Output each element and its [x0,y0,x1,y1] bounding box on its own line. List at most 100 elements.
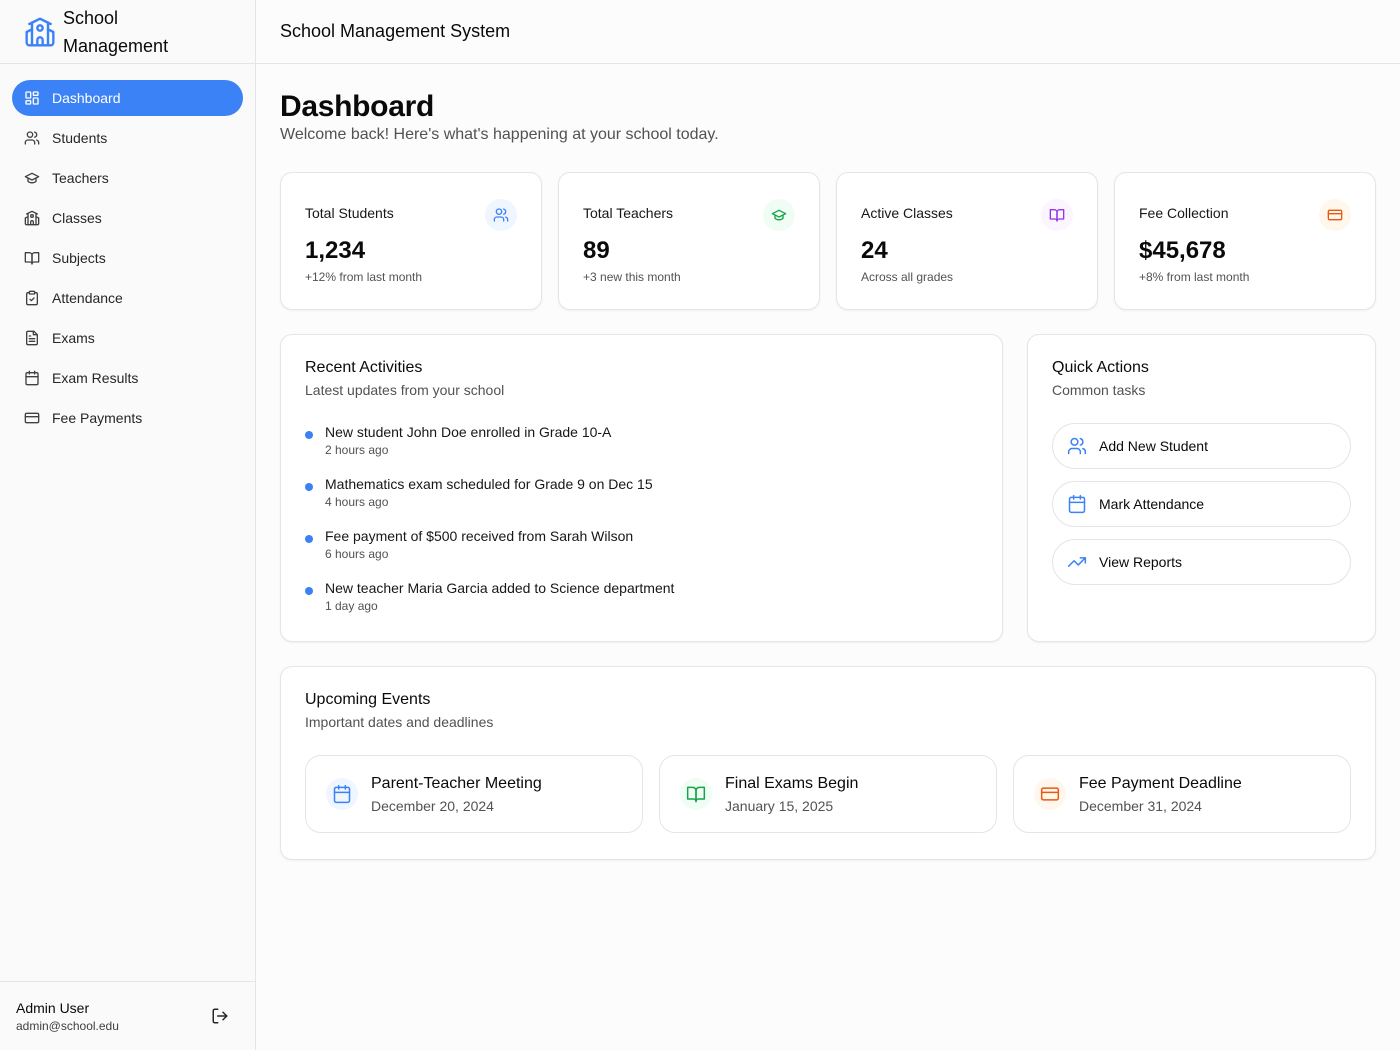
calendar-icon [326,778,358,810]
event-title: Parent-Teacher Meeting [371,774,542,792]
credit-card-icon [1319,199,1351,231]
button-label: Mark Attendance [1099,496,1205,512]
credit-card-icon [1034,778,1066,810]
list-item: Mathematics exam scheduled for Grade 9 o… [305,475,978,527]
user-email: admin@school.edu [16,1019,119,1033]
user-profile: Admin User admin@school.edu [0,981,255,1050]
stat-card-total-students: Total Students 1,234 +12% from last mont… [280,172,542,310]
graduation-cap-icon [24,170,40,186]
stat-note: +8% from last month [1139,270,1250,284]
event-card[interactable]: Parent-Teacher Meeting December 20, 2024 [305,755,643,833]
brand[interactable]: School Management [0,0,255,64]
list-item: New teacher Maria Garcia added to Scienc… [305,579,978,631]
stat-label: Total Students [305,205,394,221]
school-icon [24,16,56,48]
book-open-icon [680,778,712,810]
section-subtitle: Important dates and deadlines [305,714,494,730]
sidebar-item-label: Attendance [52,290,123,306]
event-date: December 20, 2024 [371,797,494,814]
event-title: Fee Payment Deadline [1079,774,1242,792]
credit-card-icon [24,410,40,426]
stat-label: Total Teachers [583,205,674,221]
view-reports-button[interactable]: View Reports [1052,539,1351,585]
users-icon [485,199,517,231]
sidebar-item-label: Dashboard [52,90,121,106]
button-label: View Reports [1099,554,1183,570]
stat-card-fee-collection: Fee Collection $45,678 +8% from last mon… [1114,172,1376,310]
events-list: Parent-Teacher Meeting December 20, 2024… [305,755,1351,833]
book-open-icon [24,250,40,266]
stat-value: $45,678 [1139,237,1226,264]
event-text: Parent-Teacher Meeting December 20, 2024 [371,774,542,815]
stat-value: 1,234 [305,237,366,264]
list-item: Fee payment of $500 received from Sarah … [305,527,978,579]
bullet-dot [305,483,313,491]
sidebar-item-students[interactable]: Students [12,120,243,156]
activity-time: 6 hours ago [325,547,389,561]
trending-up-icon [1067,552,1087,572]
bullet-dot [305,431,313,439]
activity-time: 4 hours ago [325,495,389,509]
section-subtitle: Latest updates from your school [305,382,505,398]
stat-note: +12% from last month [305,270,423,284]
sidebar-item-exams[interactable]: Exams [12,320,243,356]
book-open-icon [1041,199,1073,231]
file-text-icon [24,330,40,346]
activity-text: New student John Doe enrolled in Grade 1… [325,424,612,440]
user-name: Admin User [16,1000,90,1016]
main-content: Dashboard Welcome back! Here's what's ha… [280,64,1376,860]
activity-text: Fee payment of $500 received from Sarah … [325,528,634,544]
sidebar-item-label: Classes [52,210,102,226]
event-text: Fee Payment Deadline December 31, 2024 [1079,774,1242,815]
sidebar-item-dashboard[interactable]: Dashboard [12,80,243,116]
activity-text: Mathematics exam scheduled for Grade 9 o… [325,476,653,492]
add-new-student-button[interactable]: Add New Student [1052,423,1351,469]
sidebar-item-classes[interactable]: Classes [12,200,243,236]
section-subtitle: Common tasks [1052,382,1146,398]
sidebar-item-exam-results[interactable]: Exam Results [12,360,243,396]
button-label: Add New Student [1099,438,1208,454]
quick-actions-card: Quick Actions Common tasks Add New Stude… [1027,334,1376,642]
sidebar-nav: Dashboard Students Teachers Classes Subj… [0,64,255,456]
top-header: School Management System [256,0,1400,64]
stat-note: +3 new this month [583,270,681,284]
recent-activities-card: Recent Activities Latest updates from yo… [280,334,1003,642]
stat-note: Across all grades [861,270,954,284]
quick-actions-list: Add New Student Mark Attendance View Rep… [1052,423,1351,585]
stat-value: 89 [583,237,610,264]
sidebar: School Management Dashboard Students Tea… [0,0,256,1050]
sidebar-item-label: Exams [52,330,95,346]
section-title: Quick Actions [1052,359,1149,376]
sidebar-item-teachers[interactable]: Teachers [12,160,243,196]
calendar-icon [24,370,40,386]
activity-time: 1 day ago [325,599,378,613]
activity-time: 2 hours ago [325,443,389,457]
list-item: New student John Doe enrolled in Grade 1… [305,423,978,475]
page-subtitle: Welcome back! Here's what's happening at… [280,126,719,143]
app-title: School Management System [280,21,511,41]
event-title: Final Exams Begin [725,774,859,792]
stat-label: Fee Collection [1139,205,1229,221]
sidebar-item-label: Exam Results [52,370,139,386]
school-icon [24,210,40,226]
users-icon [1067,436,1087,456]
sidebar-item-attendance[interactable]: Attendance [12,280,243,316]
event-card[interactable]: Fee Payment Deadline December 31, 2024 [1013,755,1351,833]
mark-attendance-button[interactable]: Mark Attendance [1052,481,1351,527]
stat-value: 24 [861,237,888,264]
calendar-icon [1067,494,1087,514]
sidebar-item-label: Students [52,130,108,146]
event-card[interactable]: Final Exams Begin January 15, 2025 [659,755,997,833]
activity-list: New student John Doe enrolled in Grade 1… [305,423,978,631]
event-date: December 31, 2024 [1079,797,1202,814]
upcoming-events-card: Upcoming Events Important dates and dead… [280,666,1376,860]
sidebar-item-subjects[interactable]: Subjects [12,240,243,276]
sidebar-item-fee-payments[interactable]: Fee Payments [12,400,243,436]
logout-icon[interactable] [211,1007,229,1025]
graduation-cap-icon [763,199,795,231]
sidebar-item-label: Subjects [52,250,106,266]
event-text: Final Exams Begin January 15, 2025 [725,774,858,815]
section-title: Recent Activities [305,359,423,376]
bullet-dot [305,587,313,595]
brand-name: School Management [63,7,169,56]
